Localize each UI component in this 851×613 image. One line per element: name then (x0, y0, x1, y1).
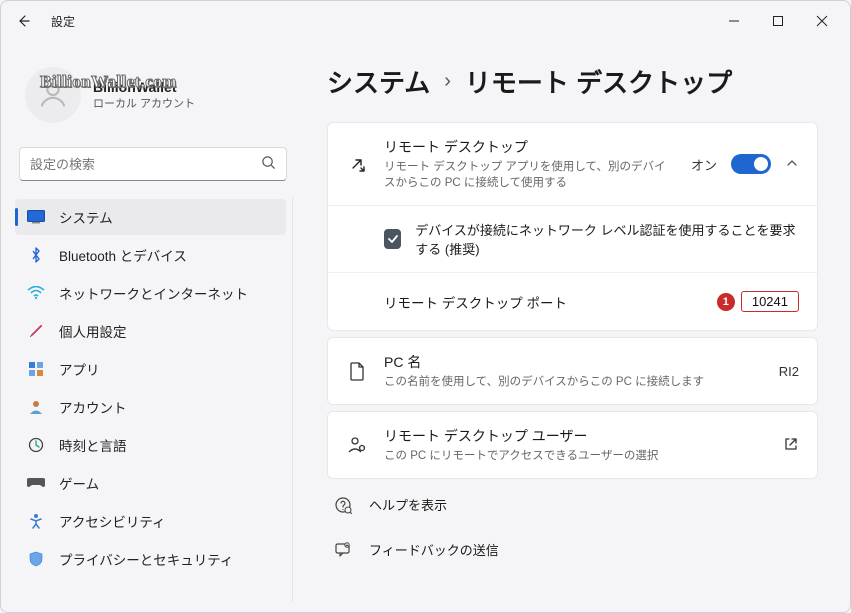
chevron-up-icon[interactable] (785, 156, 799, 173)
toggle-state: オン (691, 155, 717, 174)
remote-desktop-card: リモート デスクトップ リモート デスクトップ アプリを使用して、別のデバイスか… (327, 122, 818, 331)
titlebar: 設定 (1, 1, 850, 41)
nav-label: 時刻と言語 (59, 435, 127, 455)
users-card[interactable]: リモート デスクトップ ユーザー この PC にリモートでアクセスできるユーザー… (327, 411, 818, 479)
nla-checkbox[interactable] (384, 229, 401, 249)
nav-label: アカウント (59, 397, 127, 417)
nav-label: プライバシーとセキュリティ (59, 549, 233, 569)
feedback-icon (333, 541, 353, 559)
help-link[interactable]: ヘルプを表示 (327, 485, 818, 524)
nav-item-network[interactable]: ネットワークとインターネット (15, 275, 286, 311)
document-icon (346, 361, 368, 381)
annotation-badge: 1 (717, 293, 735, 311)
nav-item-personalize[interactable]: 個人用設定 (15, 313, 286, 349)
pcname-title: PC 名 (384, 352, 763, 372)
profile-sub: ローカル アカウント (93, 95, 195, 111)
nav-label: ネットワークとインターネット (59, 283, 248, 303)
chevron-right-icon: › (444, 70, 451, 93)
shield-icon (27, 550, 45, 568)
sidebar: BillionWallet ローカル アカウント システム Bluetooth … (1, 41, 299, 612)
nav-item-bluetooth[interactable]: Bluetooth とデバイス (15, 237, 286, 273)
display-icon (27, 208, 45, 226)
nav-list: システム Bluetooth とデバイス ネットワークとインターネット 個人用設… (15, 197, 293, 602)
help-icon (333, 496, 353, 514)
close-button[interactable] (800, 6, 844, 36)
nav-label: 個人用設定 (59, 321, 127, 341)
pc-name-row: PC 名 この名前を使用して、別のデバイスからこの PC に接続します RI2 (328, 338, 817, 404)
nav-item-gaming[interactable]: ゲーム (15, 465, 286, 501)
help-label: ヘルプを表示 (369, 495, 447, 514)
port-value: 10241 (741, 291, 799, 312)
users-title: リモート デスクトップ ユーザー (384, 426, 767, 446)
search-input[interactable] (30, 157, 261, 172)
accessibility-icon (27, 512, 45, 530)
remote-icon (346, 154, 368, 174)
clock-icon (27, 436, 45, 454)
main-pane: システム › リモート デスクトップ リモート デスクトップ リモート デスクト… (299, 41, 850, 612)
nav-item-system[interactable]: システム (15, 199, 286, 235)
back-button[interactable] (7, 5, 39, 37)
page-title: リモート デスクトップ (465, 63, 732, 100)
pcname-value: RI2 (779, 364, 799, 379)
remote-desktop-row[interactable]: リモート デスクトップ リモート デスクトップ アプリを使用して、別のデバイスか… (328, 123, 817, 205)
nav-label: Bluetooth とデバイス (59, 245, 187, 265)
nla-label: デバイスが接続にネットワーク レベル認証を使用することを要求する (推奨) (415, 220, 799, 258)
profile-block[interactable]: BillionWallet ローカル アカウント (15, 61, 293, 129)
profile-name: BillionWallet (93, 79, 195, 95)
nav-label: アプリ (59, 359, 100, 379)
nav-label: ゲーム (59, 473, 99, 493)
open-external-icon (783, 436, 799, 455)
breadcrumb-parent[interactable]: システム (327, 63, 430, 100)
minimize-button[interactable] (712, 6, 756, 36)
window-title: 設定 (51, 13, 75, 30)
search-icon (261, 155, 276, 173)
nav-label: アクセシビリティ (59, 511, 166, 531)
search-box[interactable] (19, 147, 287, 181)
nav-item-privacy[interactable]: プライバシーとセキュリティ (15, 541, 286, 577)
feedback-link[interactable]: フィードバックの送信 (327, 530, 818, 569)
bluetooth-icon (27, 246, 45, 264)
port-label: リモート デスクトップ ポート (384, 292, 717, 312)
remote-title: リモート デスクトップ (384, 137, 675, 157)
brush-icon (27, 322, 45, 340)
pc-name-card: PC 名 この名前を使用して、別のデバイスからこの PC に接続します RI2 (327, 337, 818, 405)
breadcrumb: システム › リモート デスクトップ (327, 63, 818, 100)
person-icon (27, 398, 45, 416)
apps-icon (27, 360, 45, 378)
nav-item-apps[interactable]: アプリ (15, 351, 286, 387)
remote-desc: リモート デスクトップ アプリを使用して、別のデバイスからこの PC に接続して… (384, 159, 675, 191)
wifi-icon (27, 284, 45, 302)
nla-row[interactable]: デバイスが接続にネットワーク レベル認証を使用することを要求する (推奨) (328, 206, 817, 272)
nav-item-accessibility[interactable]: アクセシビリティ (15, 503, 286, 539)
feedback-label: フィードバックの送信 (369, 540, 499, 559)
nav-item-time[interactable]: 時刻と言語 (15, 427, 286, 463)
avatar (25, 67, 81, 123)
user-cog-icon (346, 435, 368, 455)
nav-label: システム (59, 207, 113, 227)
users-desc: この PC にリモートでアクセスできるユーザーの選択 (384, 448, 767, 464)
remote-toggle[interactable] (731, 154, 771, 174)
maximize-button[interactable] (756, 6, 800, 36)
users-row[interactable]: リモート デスクトップ ユーザー この PC にリモートでアクセスできるユーザー… (328, 412, 817, 478)
nav-item-account[interactable]: アカウント (15, 389, 286, 425)
pcname-desc: この名前を使用して、別のデバイスからこの PC に接続します (384, 374, 763, 390)
port-row: リモート デスクトップ ポート 1 10241 (328, 272, 817, 330)
gamepad-icon (27, 474, 45, 492)
